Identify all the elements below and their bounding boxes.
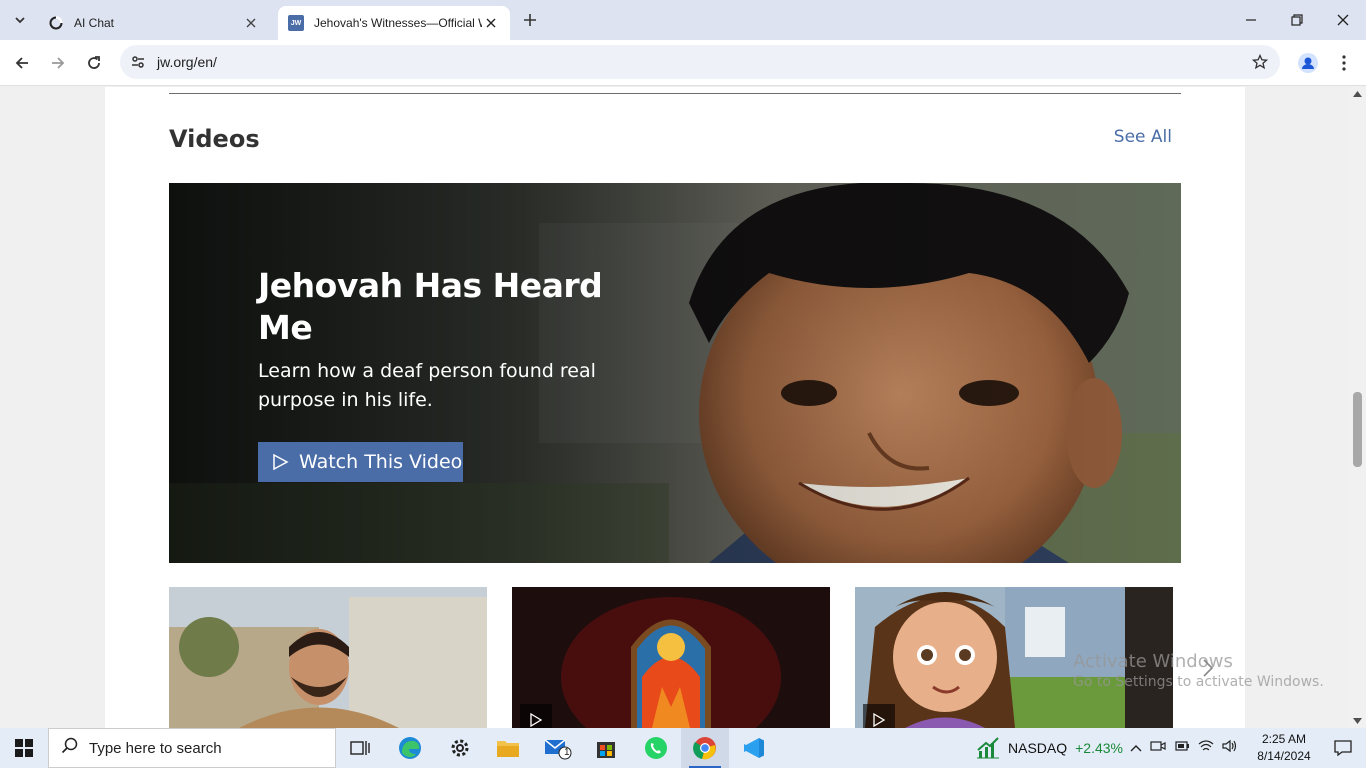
stock-trend-icon [977,737,999,759]
hero-title: Jehovah Has Heard Me [258,266,603,347]
scroll-up-icon[interactable] [1353,91,1362,97]
minimize-icon[interactable] [1228,0,1274,40]
file-explorer-icon[interactable] [484,728,532,768]
tab-strip: AI Chat JW Jehovah's Witnesses—Official … [0,0,1366,40]
hero-text: Jehovah Has Heard Me Learn how a deaf pe… [258,265,618,415]
show-hidden-icons-chevron-icon[interactable] [1130,739,1142,757]
volume-icon[interactable] [1222,739,1238,758]
mail-badge: 1 [564,747,570,758]
clock-time: 2:25 AM [1261,732,1307,746]
close-tab-icon[interactable] [242,14,260,32]
bookmark-star-icon[interactable] [1250,52,1270,72]
meet-camera-icon[interactable] [1150,739,1166,758]
close-window-icon[interactable] [1320,0,1366,40]
tab-title: Jehovah's Witnesses—Official Web Site [314,16,482,30]
scrollbar-thumb[interactable] [1353,392,1362,467]
mail-icon[interactable]: 1 [534,728,582,768]
stained-glass-image [512,587,830,728]
video-thumbnail[interactable] [512,587,830,728]
play-icon [863,704,895,728]
url-text: jw.org/en/ [157,54,217,70]
wifi-icon[interactable] [1198,739,1214,758]
profile-avatar-icon[interactable] [1294,49,1322,77]
search-icon [61,737,79,760]
play-icon [271,453,289,471]
taskbar-search-box[interactable]: Type here to search [48,728,336,768]
clock-date: 8/14/2024 [1257,749,1311,763]
stock-name: NASDAQ [1008,740,1068,756]
site-settings-icon[interactable] [123,47,153,77]
chrome-icon[interactable] [681,728,729,768]
page-viewport: Videos See All Jehovah Has Heard Me Lear… [0,87,1366,728]
forward-icon[interactable] [43,48,73,78]
close-tab-icon[interactable] [482,14,500,32]
featured-video-hero[interactable]: Jehovah Has Heard Me Learn how a deaf pe… [169,183,1181,563]
video-thumbnail[interactable] [169,587,487,728]
stock-change: +2.43% [1075,740,1123,756]
browser-toolbar: jw.org/en/ [0,40,1366,86]
tab-jw-org[interactable]: JW Jehovah's Witnesses—Official Web Site [278,6,510,40]
tab-ai-chat[interactable]: AI Chat [38,6,270,40]
restore-icon[interactable] [1274,0,1320,40]
watch-video-button[interactable]: Watch This Video [258,442,463,482]
back-icon[interactable] [7,48,37,78]
hero-subtitle: Learn how a deaf person found real purpo… [258,360,596,411]
ai-chat-icon [48,15,64,31]
battery-icon[interactable] [1174,739,1190,758]
scroll-down-icon[interactable] [1353,718,1362,724]
reload-icon[interactable] [79,48,109,78]
edge-browser-icon[interactable] [386,728,434,768]
bearded-man-image [169,587,487,728]
microsoft-store-icon[interactable] [582,728,630,768]
page-content: Videos See All Jehovah Has Heard Me Lear… [105,87,1245,728]
search-placeholder: Type here to search [89,739,222,757]
whatsapp-icon[interactable] [632,728,680,768]
system-tray [1130,728,1238,768]
page-scrollbar[interactable] [1349,87,1366,728]
windows-taskbar: Type here to search 1 NASDAQ +2.43% 2:25… [0,728,1366,768]
see-all-link[interactable]: See All [1114,127,1172,147]
task-view-icon[interactable] [336,728,384,768]
section-divider [169,93,1181,94]
browser-menu-icon[interactable] [1330,49,1358,77]
jw-logo: JW [288,15,304,31]
settings-gear-icon[interactable] [436,728,484,768]
system-clock[interactable]: 2:25 AM 8/14/2024 [1248,731,1320,765]
stock-widget[interactable]: NASDAQ +2.43% [976,728,1123,768]
play-icon [520,704,552,728]
tab-title: AI Chat [74,16,115,30]
videos-heading: Videos [169,125,260,153]
notification-center-icon[interactable] [1320,728,1366,768]
vscode-icon[interactable] [730,728,778,768]
start-windows-icon[interactable] [0,728,48,768]
carousel-next-icon[interactable] [1198,656,1218,680]
watch-video-label: Watch This Video [299,451,463,473]
new-tab-icon[interactable] [518,8,542,32]
jw-favicon-icon: JW [288,15,304,31]
tab-search-chevron-icon[interactable] [6,6,34,34]
address-bar[interactable]: jw.org/en/ [120,45,1280,79]
